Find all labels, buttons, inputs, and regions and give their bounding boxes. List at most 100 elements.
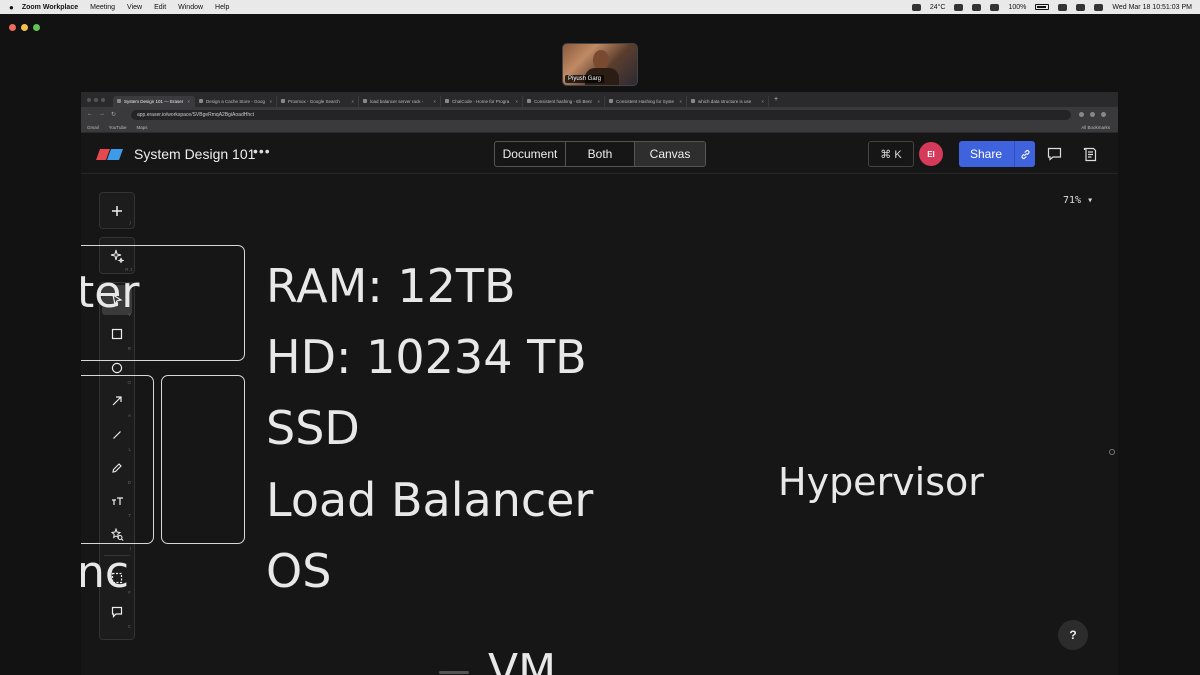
add-shortcut: / bbox=[129, 221, 131, 227]
browser-tab[interactable]: load balancer server rack - × bbox=[359, 95, 441, 107]
close-tab-icon[interactable]: × bbox=[761, 99, 764, 104]
rack-box-right[interactable] bbox=[161, 375, 245, 544]
participant-face bbox=[593, 50, 609, 70]
browser-tab[interactable]: Proxmox - Google Search × bbox=[277, 95, 359, 107]
spec-load-balancer-text[interactable]: Load Balancer bbox=[266, 473, 593, 527]
bookmark-item[interactable]: Maps bbox=[136, 125, 147, 130]
extension-icon[interactable] bbox=[1090, 112, 1095, 117]
favicon-icon bbox=[363, 99, 367, 103]
apple-icon[interactable]: ● bbox=[9, 3, 14, 12]
favicon-icon bbox=[281, 99, 285, 103]
close-window-button[interactable] bbox=[9, 24, 16, 31]
new-tab-button[interactable]: + bbox=[774, 96, 778, 103]
browser-tab[interactable]: Consistent hashing - Eli Benr × bbox=[523, 95, 605, 107]
extension-icon[interactable] bbox=[1079, 112, 1084, 117]
close-tab-icon[interactable]: × bbox=[351, 99, 354, 104]
participant-video-tile[interactable]: Piyush Garg bbox=[562, 43, 638, 86]
view-canvas-tab[interactable]: Canvas bbox=[635, 142, 705, 166]
menu-meeting[interactable]: Meeting bbox=[90, 4, 115, 11]
menu-window[interactable]: Window bbox=[178, 4, 203, 11]
search-icon[interactable] bbox=[1076, 3, 1086, 11]
browser-tab[interactable]: Consistent Hashing for Syste × bbox=[605, 95, 687, 107]
copy-link-icon[interactable] bbox=[1014, 141, 1035, 167]
document-outline-icon[interactable] bbox=[1081, 145, 1099, 163]
close-tab-icon[interactable]: × bbox=[269, 99, 272, 104]
minimize-window-button[interactable] bbox=[21, 24, 28, 31]
menu-edit[interactable]: Edit bbox=[154, 4, 166, 11]
browser-tab[interactable]: System Design 101 — Eraser × bbox=[113, 95, 195, 107]
menu-app-name[interactable]: Zoom Workplace bbox=[22, 4, 78, 11]
spec-ram-text[interactable]: RAM: 12TB bbox=[266, 259, 516, 313]
zoom-status-icon[interactable] bbox=[911, 3, 921, 11]
comment-tool[interactable]: C bbox=[102, 597, 132, 629]
tab-label: which data structure is use bbox=[698, 98, 752, 104]
plus-icon bbox=[112, 205, 122, 216]
browser-nav-buttons: ← → ↻ bbox=[81, 111, 131, 118]
favicon-icon bbox=[609, 99, 613, 103]
add-button[interactable]: / bbox=[99, 192, 135, 229]
tool-shortcut: C bbox=[127, 624, 131, 629]
keyboard-icon[interactable] bbox=[990, 3, 1000, 11]
canvas-scrollbar[interactable] bbox=[439, 671, 469, 674]
command-palette-button[interactable]: ⌘ K bbox=[868, 141, 914, 167]
view-both-tab[interactable]: Both bbox=[566, 142, 635, 166]
browser-tab-bar: System Design 101 — Eraser × Design a Cac… bbox=[81, 92, 1118, 107]
share-button[interactable]: Share bbox=[959, 141, 1035, 167]
spec-os-text[interactable]: OS bbox=[266, 544, 331, 598]
spec-hd-text[interactable]: HD: 10234 TB bbox=[266, 330, 587, 384]
control-center-icon[interactable] bbox=[1094, 3, 1104, 11]
close-tab-icon[interactable]: × bbox=[679, 99, 682, 104]
circle-icon bbox=[111, 362, 123, 374]
close-tab-icon[interactable]: × bbox=[187, 99, 190, 104]
canvas-edge-handle[interactable] bbox=[1109, 449, 1115, 455]
wifi-icon[interactable] bbox=[1058, 3, 1068, 11]
partial-bottom-text[interactable]: nc bbox=[81, 547, 129, 598]
profile-icon[interactable] bbox=[1101, 112, 1106, 117]
close-tab-icon[interactable]: × bbox=[433, 99, 436, 104]
more-options-button[interactable]: ••• bbox=[253, 143, 271, 159]
favicon-icon bbox=[691, 99, 695, 103]
battery-icon[interactable] bbox=[1035, 4, 1050, 10]
hypervisor-text[interactable]: Hypervisor bbox=[778, 460, 984, 504]
close-tab-icon[interactable]: × bbox=[597, 99, 600, 104]
forward-icon[interactable]: → bbox=[99, 111, 105, 118]
browser-tab[interactable]: ChaiCode - Home for Progra × bbox=[441, 95, 523, 107]
all-bookmarks-button[interactable]: All Bookmarks bbox=[1081, 125, 1110, 130]
browser-tab[interactable]: Design a Cache Store - Goog × bbox=[195, 95, 277, 107]
view-document-tab[interactable]: Document bbox=[495, 142, 566, 166]
shared-browser-window: System Design 101 — Eraser × Design a Cac… bbox=[81, 92, 1118, 675]
back-icon[interactable]: ← bbox=[87, 111, 93, 118]
close-tab-icon[interactable]: × bbox=[515, 99, 518, 104]
menu-help[interactable]: Help bbox=[215, 4, 229, 11]
eraser-canvas[interactable]: 71% ▾ / R J V R O A L D T I F C ter nc R… bbox=[81, 175, 1118, 675]
weather-label[interactable]: 24°C bbox=[930, 4, 946, 11]
favicon-icon bbox=[445, 99, 449, 103]
tab-label: ChaiCode - Home for Progra bbox=[452, 98, 510, 104]
tab-label: Consistent hashing - Eli Benr bbox=[534, 98, 593, 104]
reload-icon[interactable]: ↻ bbox=[111, 111, 116, 118]
menu-view[interactable]: View bbox=[127, 4, 142, 11]
rack-box-left[interactable] bbox=[81, 375, 154, 544]
zoom-level-value: 71% bbox=[1063, 195, 1082, 206]
zoom-level-dropdown[interactable]: 71% ▾ bbox=[1063, 195, 1093, 206]
comments-icon[interactable] bbox=[1045, 145, 1063, 163]
browser-tab[interactable]: which data structure is use × bbox=[687, 95, 769, 107]
avatar[interactable]: EI bbox=[919, 142, 943, 166]
share-label: Share bbox=[970, 147, 1003, 161]
document-title[interactable]: System Design 101 bbox=[134, 146, 255, 162]
battery-percent[interactable]: 100% bbox=[1008, 4, 1026, 11]
favicon-icon bbox=[199, 99, 203, 103]
volume-icon[interactable] bbox=[972, 3, 982, 11]
maximize-window-button[interactable] bbox=[33, 24, 40, 31]
tab-label: Design a Cache Store - Goog bbox=[206, 98, 266, 104]
bookmark-item[interactable]: Gmail bbox=[87, 125, 99, 130]
control-icon[interactable] bbox=[954, 3, 964, 11]
vm-text[interactable]: VM bbox=[488, 645, 556, 675]
eraser-logo-icon[interactable] bbox=[96, 149, 123, 160]
help-button[interactable]: ? bbox=[1058, 620, 1088, 650]
spec-ssd-text[interactable]: SSD bbox=[266, 401, 360, 455]
clock[interactable]: Wed Mar 18 10:51:03 PM bbox=[1112, 4, 1192, 11]
bookmark-item[interactable]: YouTube bbox=[109, 125, 127, 130]
partial-datacenter-text[interactable]: ter bbox=[81, 267, 139, 318]
address-input[interactable]: app.eraser.io/workspace/SVBgeRmqA2BgiAoa… bbox=[131, 109, 1071, 120]
